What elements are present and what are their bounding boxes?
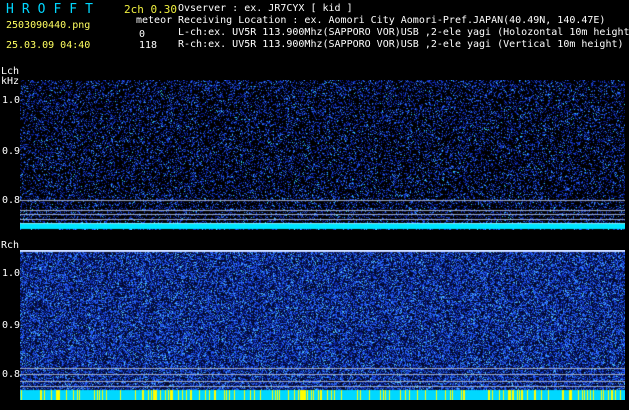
- lch-ytick-0-9: 0.9: [2, 146, 21, 157]
- lch-spectrogram: [20, 80, 625, 230]
- datetime-label: 25.03.09 04:40: [6, 40, 91, 51]
- location-info: Receiving Location : ex. Aomori City Aom…: [178, 15, 606, 26]
- lch-ytick-1-0: 1.0: [2, 95, 21, 106]
- observer-info: Ovserver : ex. JR7CYX [ kid ]: [178, 3, 353, 14]
- rch-receiver-info: R-ch:ex. UV5R 113.900Mhz(SAPPORO VOR)USB…: [178, 39, 624, 50]
- lch-spectrogram-canvas: [20, 80, 625, 230]
- app-title: HROFFT: [6, 2, 101, 17]
- rch-ytick-0-9: 0.9: [2, 320, 21, 331]
- rch-channel-label: Rch: [1, 240, 20, 251]
- lch-ytick-0-8: 0.8: [2, 195, 21, 206]
- meteor-count-rch: 118: [139, 40, 158, 51]
- version-label: 2ch 0.30: [124, 3, 177, 16]
- rch-spectrogram: [20, 250, 625, 400]
- meteor-count-label: meteor: [136, 15, 173, 26]
- filename-label: 2503090440.png: [6, 20, 91, 31]
- rch-ytick-0-8: 0.8: [2, 369, 21, 380]
- rch-spectrogram-canvas: [20, 250, 625, 400]
- lch-unit-label: kHz: [1, 76, 20, 87]
- meteor-count-lch: 0: [139, 29, 146, 40]
- rch-ytick-1-0: 1.0: [2, 268, 21, 279]
- lch-receiver-info: L-ch:ex. UV5R 113.900Mhz(SAPPORO VOR)USB…: [178, 27, 629, 38]
